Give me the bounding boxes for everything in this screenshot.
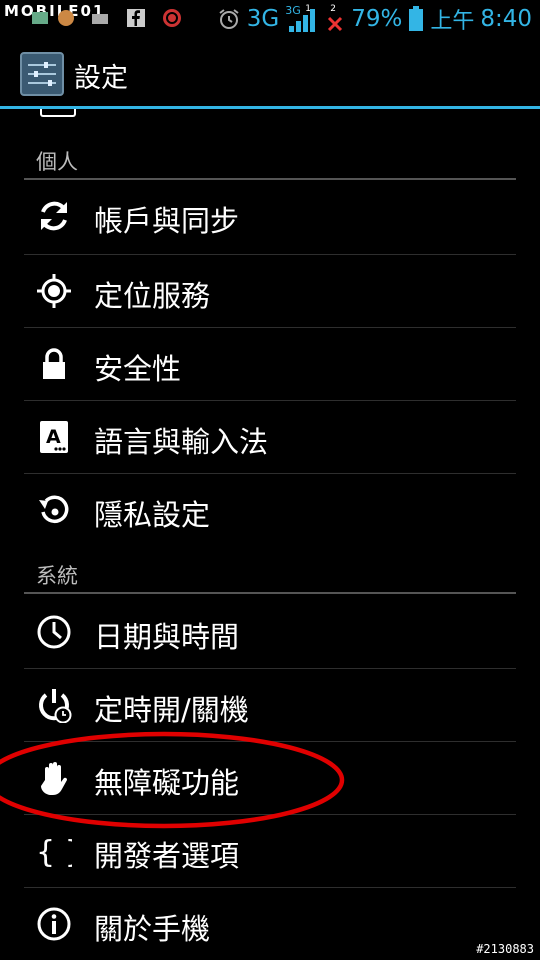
status-bar: MOBILE01 3G 3G 1 2 79% 上午 8:40 [0,0,540,38]
sim-status: 2 [325,4,345,34]
clock: 8:40 [480,6,532,32]
settings-item-security[interactable]: 安全性 [24,328,516,400]
battery-percent: 79% [351,6,403,32]
ampm: 上午 [430,9,475,34]
info-icon [37,907,71,941]
signal-icon [289,9,316,32]
lock-icon [43,348,65,379]
highlight-annotation [0,731,345,829]
settings-item-label: 定時開/關機 [94,693,249,727]
sync-icon [41,201,67,231]
page-title: 設定 [74,63,128,94]
settings-app-icon[interactable] [20,52,64,96]
settings-item-date-time[interactable]: 日期與時間 [24,596,516,668]
notification-icon [92,14,108,24]
settings-item-location[interactable]: 定位服務 [24,255,516,327]
signal-group: 3G 1 [285,4,319,34]
settings-item-label: 隱私設定 [94,498,211,532]
settings-item-label: 關於手機 [94,912,211,946]
network-type: 3G [246,6,280,32]
sim-x-icon [328,16,343,32]
section-header-personal: 個人 [36,150,78,174]
section-divider [24,592,516,594]
status-right: 3G 3G 1 2 79% 上午 8:40 [217,0,532,38]
privacy-icon [39,495,69,524]
facebook-icon [127,9,145,27]
notification-icon [58,10,74,26]
settings-item-language-input[interactable]: A 語言與輸入法 [24,401,516,473]
location-icon [37,274,71,308]
partial-icon [40,109,76,117]
battery-icon [409,6,424,31]
settings-item-about-phone[interactable]: 關於手機 [24,888,516,960]
braces-icon: { } [36,835,72,869]
notif-count: 2 [330,4,336,14]
action-bar-divider [0,106,540,109]
language-icon: A [40,421,68,453]
settings-item-label: 定位服務 [94,279,211,313]
settings-item-label: 日期與時間 [94,620,240,654]
notification-icon [32,12,48,24]
section-header-system: 系統 [36,564,78,588]
settings-item-label: 開發者選項 [94,839,240,873]
settings-item-label: 安全性 [94,352,182,386]
svg-text:A: A [46,426,61,448]
svg-text:{ }: { } [36,835,72,869]
clock-icon [37,615,71,649]
action-bar: 設定 [0,38,540,106]
settings-item-privacy[interactable]: 隱私設定 [24,474,516,546]
scheduled-power-icon [39,689,72,723]
settings-item-label: 帳戶與同步 [94,204,240,238]
image-id: #2130883 [476,942,534,956]
settings-item-label: 語言與輸入法 [94,425,269,459]
alarm-icon [219,9,239,29]
power-notification-icon [163,9,181,27]
settings-item-accounts-sync[interactable]: 帳戶與同步 [24,180,516,252]
